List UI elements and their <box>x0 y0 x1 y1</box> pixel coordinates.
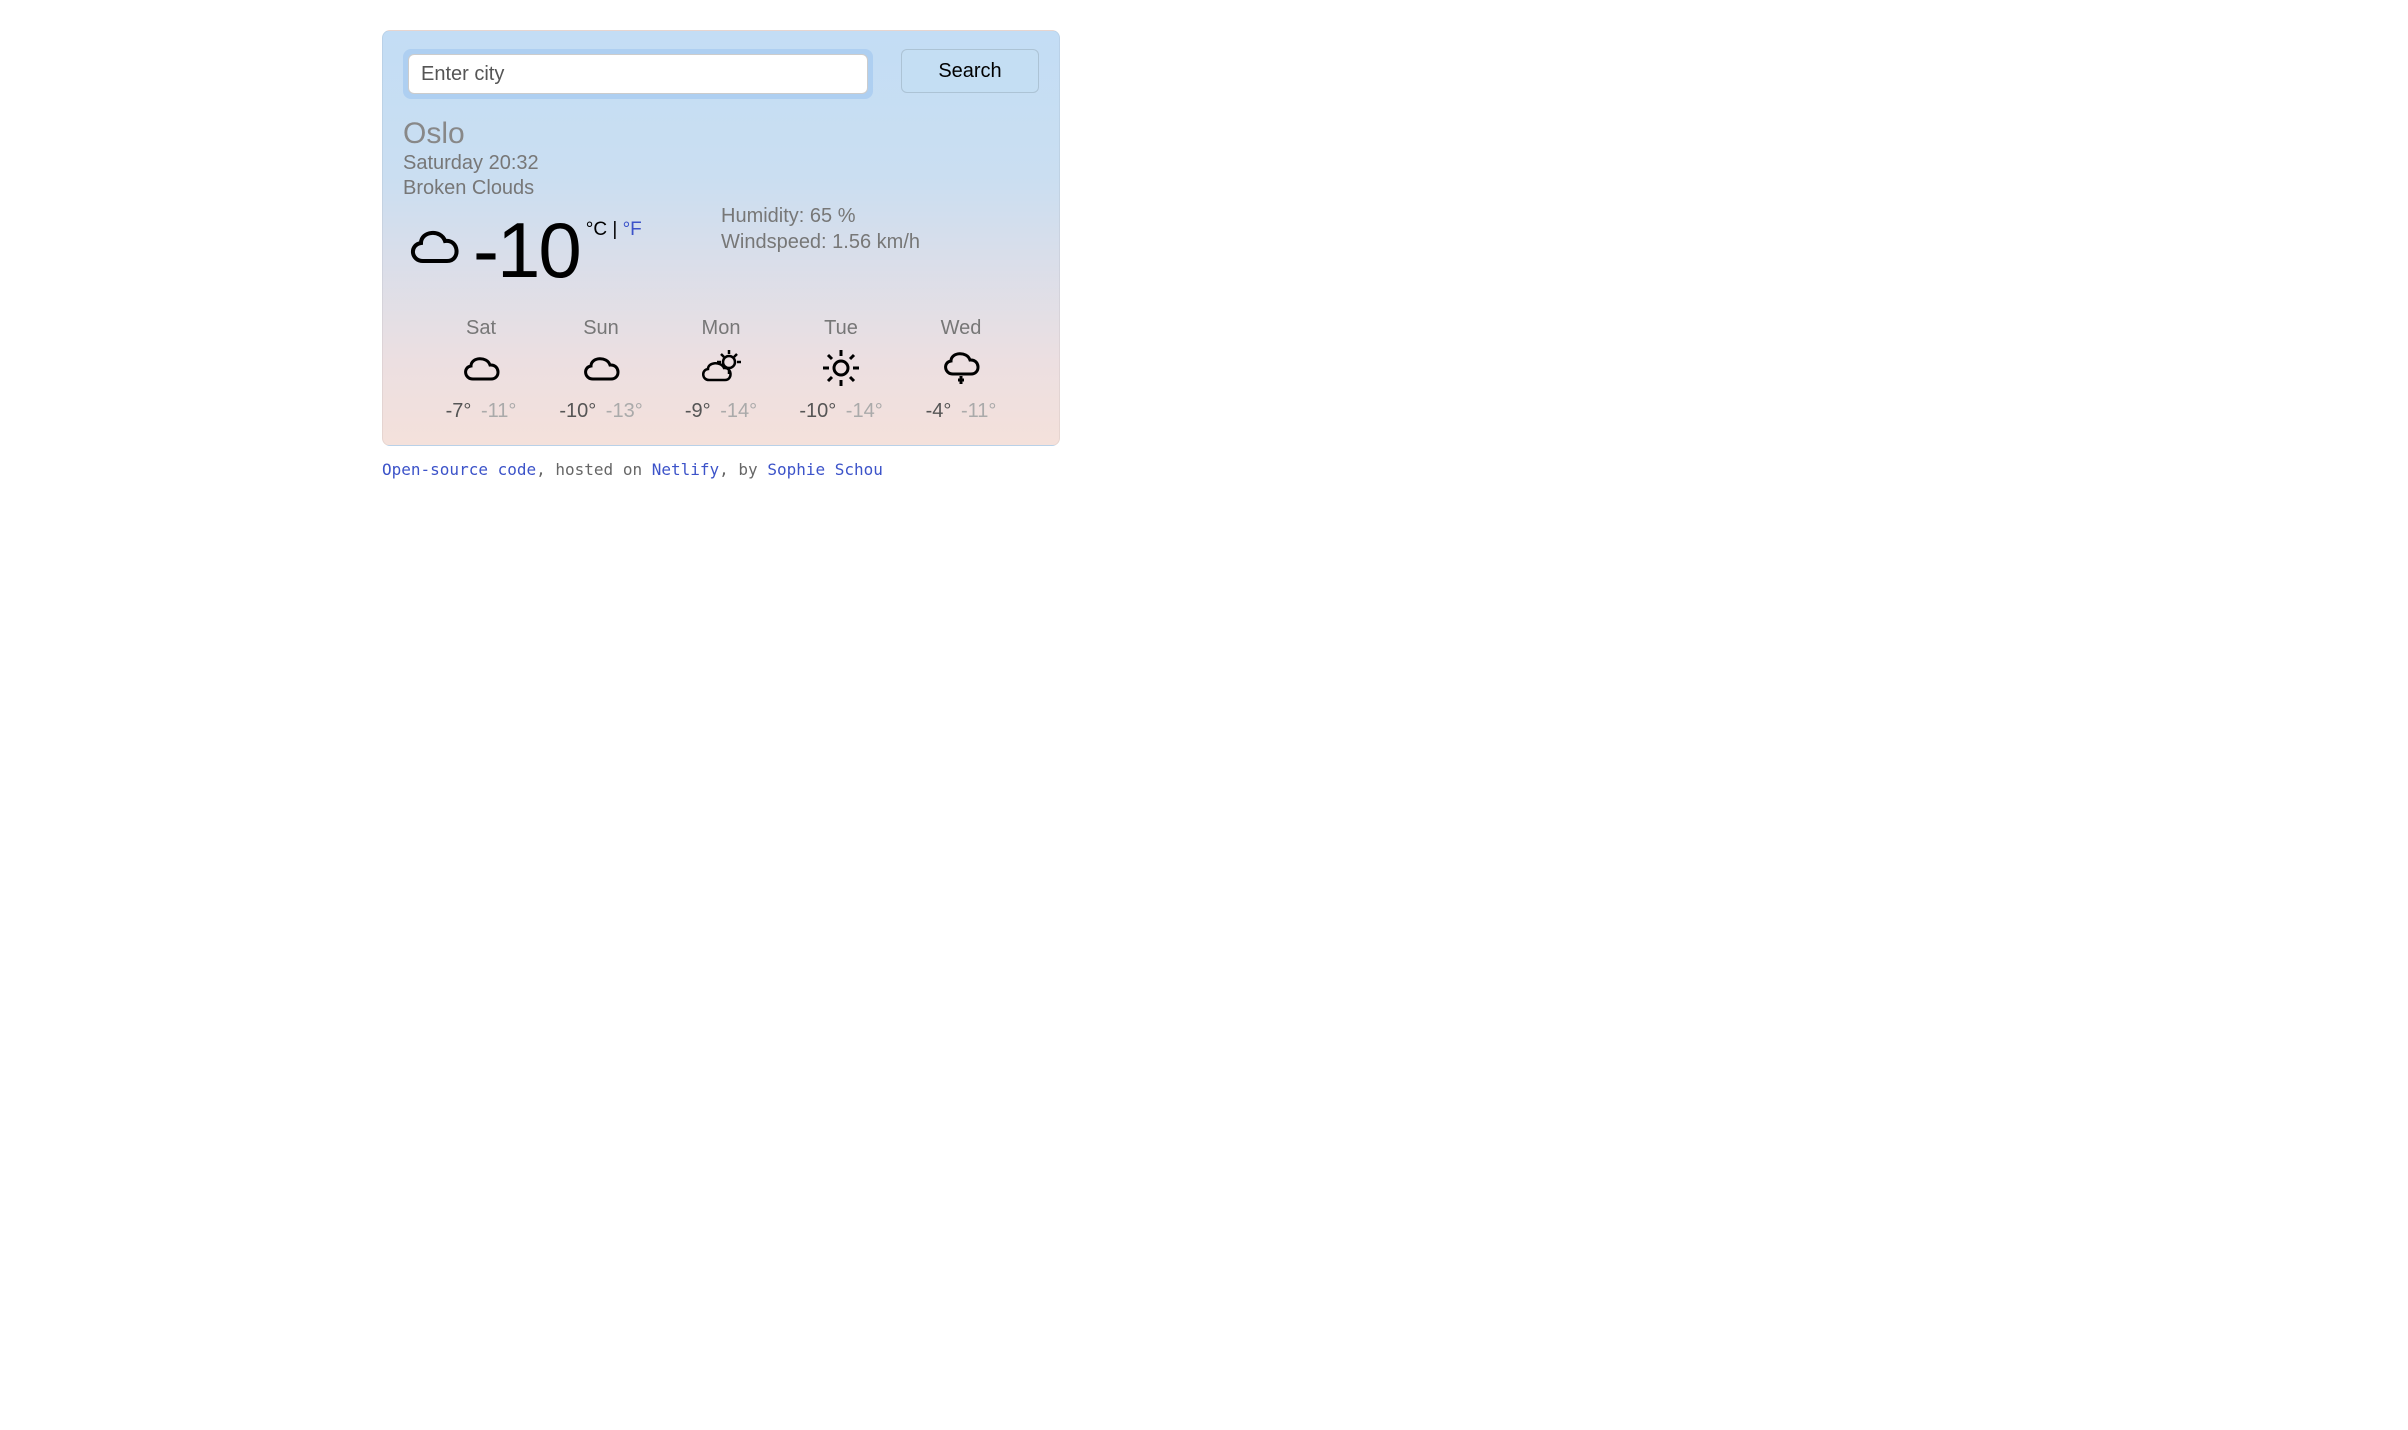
footer-text: , by <box>719 460 767 479</box>
forecast-day: Sun -10° -13° <box>541 317 661 423</box>
forecast-lo: -11° <box>481 400 516 422</box>
footer: Open-source code, hosted on Netlify, by … <box>382 460 2408 479</box>
forecast-lo: -14° <box>720 400 757 422</box>
humidity-label: Humidity: <box>721 205 810 227</box>
forecast-hi: -7° <box>446 400 472 422</box>
forecast-temps: -10° -13° <box>541 400 661 423</box>
humidity-row: Humidity: 65 % <box>721 203 1039 229</box>
city-search-input[interactable] <box>408 54 868 94</box>
unit-separator: | <box>607 219 623 240</box>
datetime-text: Saturday 20:32 <box>403 151 1039 176</box>
opensource-link[interactable]: Open-source code <box>382 460 536 479</box>
forecast-temps: -10° -14° <box>781 400 901 423</box>
forecast-hi: -9° <box>685 400 711 422</box>
unit-toggle: °C | °F <box>586 219 642 241</box>
netlify-link[interactable]: Netlify <box>652 460 719 479</box>
forecast-day-name: Sat <box>421 317 541 340</box>
cloud-icon <box>403 221 467 271</box>
forecast-lo: -14° <box>846 400 883 422</box>
forecast-row: Sat -7° -11° Sun -10° -13° <box>403 317 1039 423</box>
snow-cloud-icon <box>901 346 1021 390</box>
description-text: Broken Clouds <box>403 176 1039 201</box>
forecast-day: Sat -7° -11° <box>421 317 541 423</box>
search-button[interactable]: Search <box>901 49 1039 93</box>
current-temperature: -10 <box>473 211 580 289</box>
weather-card: Search Oslo Saturday 20:32 Broken Clouds… <box>382 30 1060 446</box>
windspeed-label: Windspeed: <box>721 231 832 253</box>
city-name: Oslo <box>403 117 1039 151</box>
forecast-lo: -13° <box>606 400 643 422</box>
windspeed-row: Windspeed: 1.56 km/h <box>721 229 1039 255</box>
forecast-temps: -4° -11° <box>901 400 1021 423</box>
cloud-icon <box>421 346 541 390</box>
current-weather-row: -10 °C | °F Humidity: 65 % Windspeed: 1.… <box>403 203 1039 289</box>
forecast-day-name: Mon <box>661 317 781 340</box>
author-link[interactable]: Sophie Schou <box>767 460 883 479</box>
search-input-wrap <box>403 49 873 99</box>
forecast-day: Wed -4° -11° <box>901 317 1021 423</box>
partly-cloudy-icon <box>661 346 781 390</box>
unit-fahrenheit[interactable]: °F <box>623 219 642 240</box>
forecast-day-name: Sun <box>541 317 661 340</box>
forecast-hi: -10° <box>559 400 596 422</box>
forecast-day-name: Tue <box>781 317 901 340</box>
forecast-day: Mon -9° -14° <box>661 317 781 423</box>
cloud-icon <box>541 346 661 390</box>
forecast-lo: -11° <box>961 400 996 422</box>
forecast-day: Tue -10° -14° <box>781 317 901 423</box>
forecast-hi: -10° <box>799 400 836 422</box>
humidity-value: 65 % <box>810 205 856 227</box>
forecast-hi: -4° <box>926 400 952 422</box>
search-row: Search <box>403 49 1039 99</box>
forecast-day-name: Wed <box>901 317 1021 340</box>
sun-icon <box>781 346 901 390</box>
unit-celsius[interactable]: °C <box>586 219 607 240</box>
metrics-block: Humidity: 65 % Windspeed: 1.56 km/h <box>721 203 1039 289</box>
temperature-block: -10 °C | °F <box>403 203 721 289</box>
forecast-temps: -7° -11° <box>421 400 541 423</box>
footer-text: , hosted on <box>536 460 652 479</box>
windspeed-value: 1.56 km/h <box>832 231 920 253</box>
forecast-temps: -9° -14° <box>661 400 781 423</box>
